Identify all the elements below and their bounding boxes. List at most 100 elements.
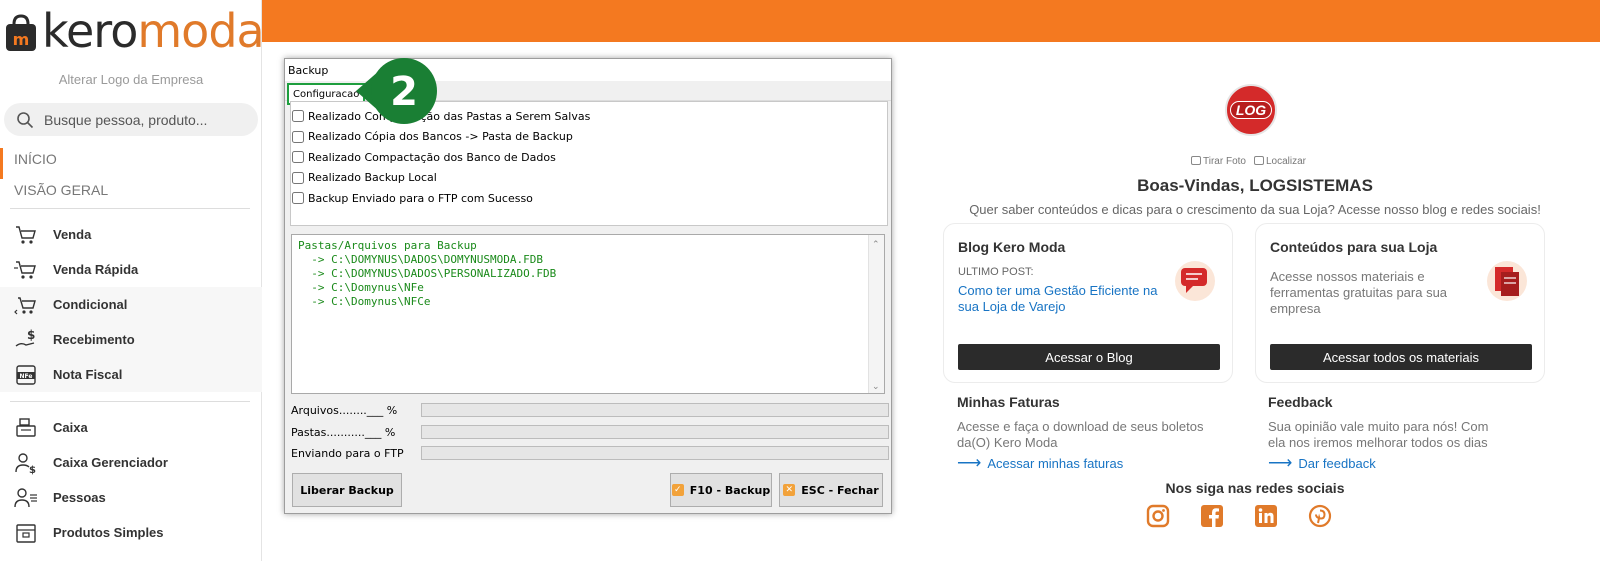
logo-text: keromoda [42, 4, 265, 58]
close-icon: ✕ [783, 484, 796, 496]
svg-text:NFe: NFe [20, 373, 33, 380]
check-row: Realizado Compactação dos Banco de Dados [291, 147, 887, 168]
svg-text:m: m [13, 30, 30, 49]
shopping-bag-icon: m [6, 14, 36, 51]
menu-item-produtos-simples[interactable]: Produtos Simples [0, 515, 262, 550]
user-list-icon [14, 486, 38, 510]
menu-item-caixa-gerenciador[interactable]: $ Caixa Gerenciador [0, 445, 262, 480]
button-label: F10 - Backup [689, 483, 771, 497]
check-row: Realizado Backup Local [291, 168, 887, 189]
menu-item-venda[interactable]: Venda [0, 217, 262, 252]
sidebar-divider [10, 208, 250, 209]
menu-item-condicional[interactable]: Condicional [0, 287, 262, 322]
invoices-block: Minhas Faturas Acesse e faça o download … [957, 394, 1257, 473]
access-materials-button[interactable]: Acessar todos os materiais [1270, 344, 1532, 370]
image-icon [1253, 156, 1264, 165]
logo-text-kero: kero [42, 4, 138, 58]
menu-item-venda-rapida[interactable]: Venda Rápida [0, 252, 262, 287]
scroll-down-icon[interactable]: ⌄ [872, 380, 882, 392]
progress-bar [421, 403, 889, 417]
search-input[interactable] [44, 111, 244, 128]
access-blog-button[interactable]: Acessar o Blog [958, 344, 1220, 370]
check-label: Realizado Compactação dos Banco de Dados [308, 150, 556, 164]
alter-logo-link[interactable]: Alterar Logo da Empresa [0, 72, 262, 87]
progress-label: Enviando para o FTP [291, 446, 404, 460]
menu-group-management: Caixa $ Caixa Gerenciador Pessoas Produt… [0, 410, 262, 550]
memo-scrollbar[interactable]: ⌃ ⌄ [868, 235, 884, 393]
menu-group-sales: Venda Venda Rápida Condicional $ Recebim… [0, 217, 262, 392]
progress-bar [421, 425, 889, 439]
nav-inicio[interactable]: INÍCIO [0, 148, 262, 179]
menu-item-label: Produtos Simples [53, 525, 164, 540]
progress-label: Arquivos........___ % [291, 403, 398, 417]
menu-item-label: Caixa Gerenciador [53, 455, 168, 470]
memo-line: -> C:\Domynus\NFCe [298, 295, 431, 308]
menu-item-label: Pessoas [53, 490, 106, 505]
check-row: Backup Enviado para o FTP com Sucesso [291, 188, 887, 209]
instagram-icon[interactable] [1146, 504, 1170, 528]
search-box[interactable] [4, 103, 258, 136]
memo-line: Pastas/Arquivos para Backup [298, 239, 477, 252]
menu-item-recebimento[interactable]: $ Recebimento [0, 322, 262, 357]
button-label: ESC - Fechar [801, 483, 879, 497]
social-title: Nos siga nas redes sociais [1165, 480, 1345, 496]
locate-link[interactable]: Localizar [1253, 156, 1306, 167]
status-checkbox[interactable] [292, 110, 304, 123]
facebook-icon[interactable] [1200, 504, 1224, 528]
progress-ftp: Enviando para o FTP [291, 446, 889, 460]
company-logo[interactable]: m keromoda [4, 6, 265, 56]
status-checkbox[interactable] [292, 151, 304, 164]
invoices-description: Acesse e faça o download de seus boletos… [957, 419, 1204, 450]
logo-text-moda: moda [137, 4, 264, 58]
memo-line: -> C:\DOMYNUS\DADOS\DOMYNUSMODA.FDB [298, 253, 544, 266]
esc-fechar-button[interactable]: ✕ ESC - Fechar [779, 473, 883, 507]
menu-item-label: Nota Fiscal [53, 367, 123, 382]
linkedin-icon[interactable] [1254, 504, 1278, 528]
progress-arquivos: Arquivos........___ % [291, 403, 889, 417]
liberar-backup-button[interactable]: Liberar Backup [292, 473, 402, 507]
hand-money-icon: $ [14, 328, 38, 352]
menu-item-label: Condicional [53, 297, 128, 312]
card-title: Conteúdos para sua Loja [1270, 239, 1438, 255]
cart-fast-icon [14, 258, 38, 282]
menu-item-pessoas[interactable]: Pessoas [0, 480, 262, 515]
check-label: Realizado Backup Local [308, 171, 437, 185]
feedback-link-label: Dar feedback [1298, 455, 1376, 471]
invoices-link[interactable]: ⟶ Acessar minhas faturas [957, 453, 1257, 473]
pinterest-icon[interactable] [1308, 504, 1332, 528]
nfe-icon: NFe [14, 363, 38, 387]
backup-paths-memo[interactable]: Pastas/Arquivos para Backup -> C:\DOMYNU… [291, 234, 885, 394]
svg-text:$: $ [29, 465, 36, 475]
documents-icon [1487, 261, 1527, 301]
status-checkbox[interactable] [292, 192, 304, 205]
menu-item-caixa[interactable]: Caixa [0, 410, 262, 445]
camera-icon [1191, 156, 1201, 165]
welcome-subtitle: Quer saber conteúdos e dicas para o cres… [969, 202, 1541, 217]
photo-links: Tirar Foto Localizar [1191, 156, 1311, 167]
status-checkbox[interactable] [292, 171, 304, 184]
status-checkbox[interactable] [292, 130, 304, 143]
menu-item-nota-fiscal[interactable]: NFe Nota Fiscal [0, 357, 262, 392]
cash-register-icon [14, 416, 38, 440]
f10-backup-button[interactable]: ✓ F10 - Backup [670, 473, 772, 507]
chat-bubble-icon [1175, 261, 1215, 301]
feedback-link[interactable]: ⟶ Dar feedback [1268, 453, 1568, 473]
menu-item-label: Venda Rápida [53, 262, 139, 277]
take-photo-label: Tirar Foto [1203, 156, 1246, 167]
memo-line: -> C:\DOMYNUS\DADOS\PERSONALIZADO.FDB [298, 267, 557, 280]
feedback-block: Feedback Sua opinião vale muito para nós… [1268, 394, 1568, 473]
nav-top: INÍCIO VISÃO GERAL [0, 148, 262, 210]
nav-visao-geral[interactable]: VISÃO GERAL [0, 179, 262, 210]
step-badge-number: 2 [390, 69, 418, 115]
last-post-link[interactable]: Como ter uma Gestão Eficiente na sua Loj… [958, 283, 1178, 315]
step-badge-2: 2 [356, 58, 437, 124]
welcome-title: Boas-Vindas, LOGSISTEMAS [1137, 176, 1373, 195]
cart-icon [14, 223, 38, 247]
box-icon [14, 521, 38, 545]
company-avatar[interactable]: LOG [1225, 84, 1277, 136]
scroll-up-icon[interactable]: ⌃ [872, 238, 882, 250]
card-description: Acesse nossos materiais e ferramentas gr… [1270, 269, 1448, 316]
take-photo-link[interactable]: Tirar Foto [1191, 156, 1246, 167]
last-post-label: ULTIMO POST: [958, 266, 1034, 278]
dashboard-panel: LOG Tirar Foto Localizar Boas-Vindas, LO… [935, 42, 1600, 561]
